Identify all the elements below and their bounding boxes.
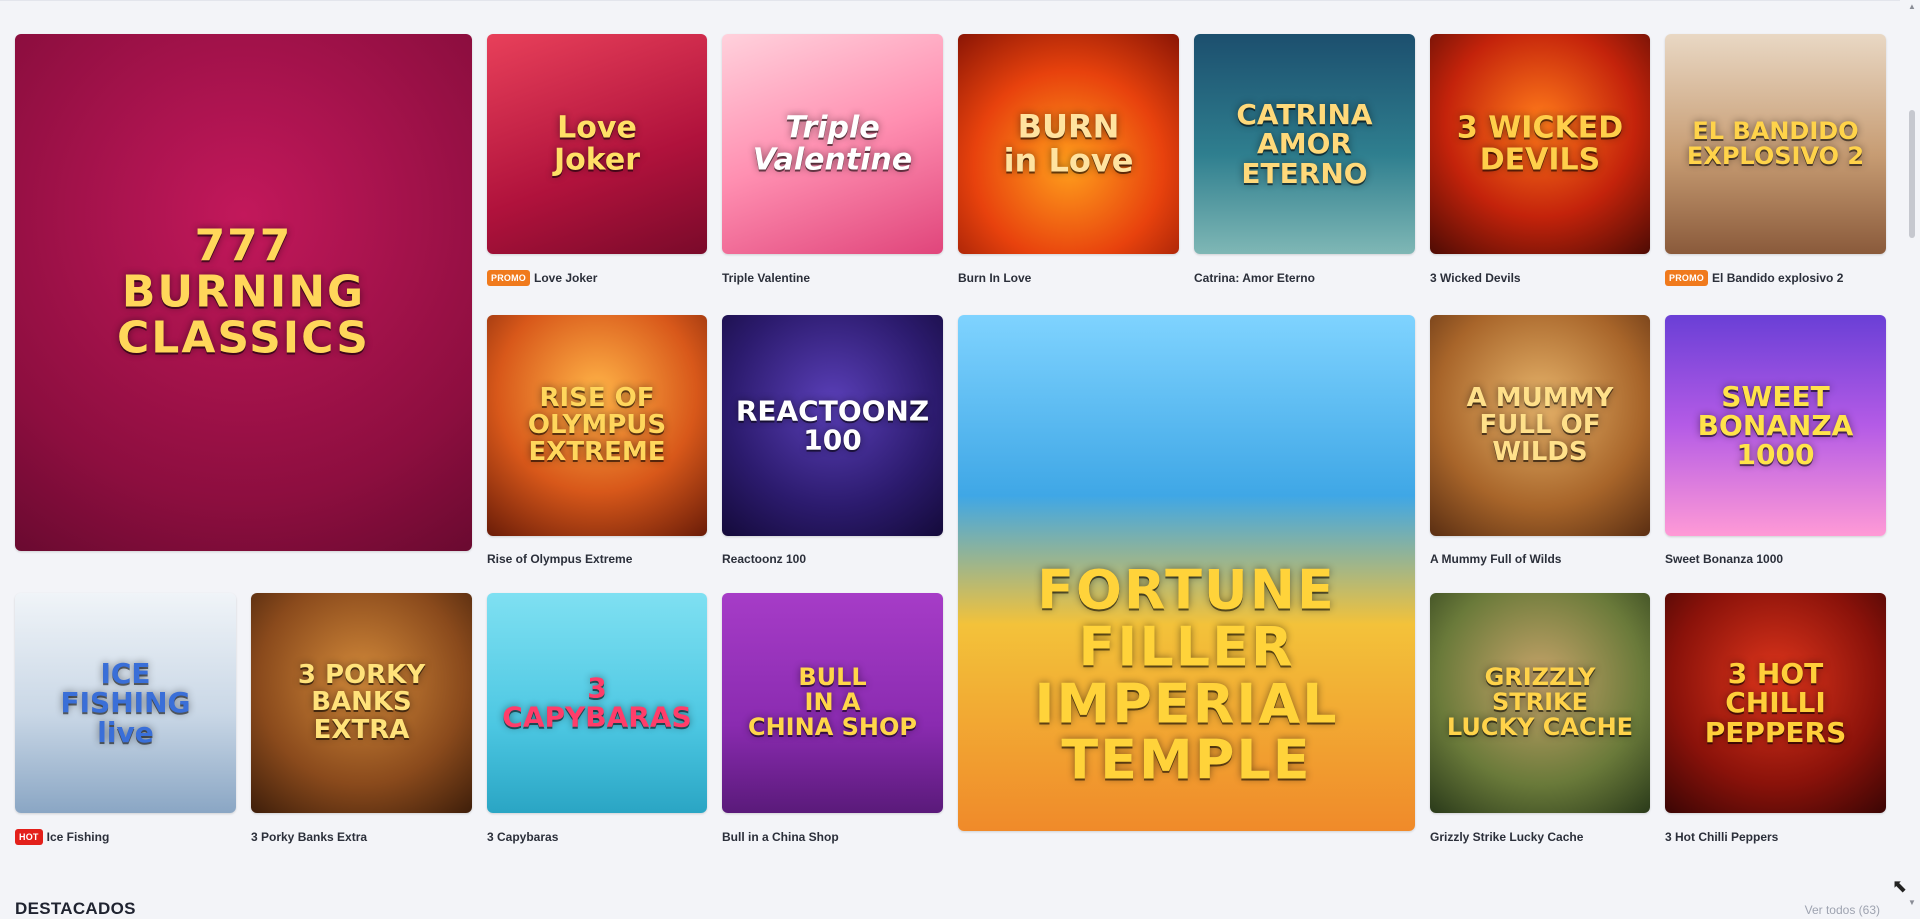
game-tile-hot-chilli[interactable]: 3 HOT CHILLI PEPPERS: [1665, 593, 1886, 813]
game-tile-love-joker[interactable]: Love Joker: [487, 34, 707, 254]
view-all-link[interactable]: Ver todos (63): [1805, 903, 1880, 917]
game-caption-reactoonz[interactable]: Reactoonz 100: [722, 550, 806, 568]
game-caption-bull-china[interactable]: Bull in a China Shop: [722, 828, 839, 846]
game-tile-triple-valentine[interactable]: Triple Valentine: [722, 34, 943, 254]
game-art-grizzly: GRIZZLY STRIKE LUCKY CACHE: [1446, 663, 1634, 742]
game-title: Grizzly Strike Lucky Cache: [1430, 830, 1584, 844]
game-title: A Mummy Full of Wilds: [1430, 552, 1562, 566]
game-tile-wicked-devils[interactable]: 3 WICKED DEVILS: [1430, 34, 1650, 254]
game-tile-mummy[interactable]: A MUMMY FULL OF WILDS: [1430, 315, 1650, 536]
game-title: Love Joker: [534, 271, 598, 285]
game-art-reactoonz: REACTOONZ 100: [735, 394, 930, 457]
game-title: Bull in a China Shop: [722, 830, 839, 844]
game-art-porky-banks: 3 PORKY BANKS EXTRA: [297, 660, 426, 745]
game-art-hot-chilli: 3 HOT CHILLI PEPPERS: [1704, 656, 1847, 749]
game-art-catrina: CATRINA AMOR ETERNO: [1236, 97, 1373, 190]
game-art-love-joker: Love Joker: [553, 110, 641, 177]
game-art-mummy: A MUMMY FULL OF WILDS: [1466, 382, 1614, 468]
hot-badge: HOT: [15, 829, 43, 845]
game-tile-bandido[interactable]: EL BANDIDO EXPLOSIVO 2: [1665, 34, 1886, 254]
game-title: Triple Valentine: [722, 271, 811, 285]
game-tile-reactoonz[interactable]: REACTOONZ 100: [722, 315, 943, 536]
game-tile-bull-china[interactable]: BULL IN A CHINA SHOP: [722, 593, 943, 813]
game-title: Reactoonz 100: [722, 552, 807, 566]
game-title: 3 Wicked Devils: [1430, 271, 1521, 285]
game-art-burn-in-love: BURN in Love: [1003, 107, 1134, 179]
game-art-capybaras: 3 CAPYBARAS: [502, 671, 692, 734]
game-caption-wicked-devils[interactable]: 3 Wicked Devils: [1430, 269, 1521, 287]
mouse-cursor-icon: ⬉: [1892, 876, 1908, 896]
section-title-destacados: DESTACADOS: [15, 899, 136, 918]
scroll-up-arrow-icon[interactable]: ▲: [1908, 2, 1916, 11]
game-title: Catrina: Amor Eterno: [1194, 271, 1315, 285]
game-title: 3 Hot Chilli Peppers: [1665, 830, 1779, 844]
game-tile-burn-in-love[interactable]: BURN in Love: [958, 34, 1179, 254]
game-art-sweet-bonanza: SWEET BONANZA 1000: [1697, 379, 1854, 472]
game-title: Sweet Bonanza 1000: [1665, 552, 1784, 566]
game-tile-ice-fishing[interactable]: ICE FISHING live: [15, 593, 236, 813]
game-title: Ice Fishing: [46, 830, 110, 844]
game-art-wicked-devils: 3 WICKED DEVILS: [1456, 110, 1624, 177]
game-art-ice-fishing: ICE FISHING live: [60, 656, 191, 749]
game-caption-hot-chilli[interactable]: 3 Hot Chilli Peppers: [1665, 828, 1778, 846]
game-art-fortune-filler: FORTUNE FILLER IMPERIAL TEMPLE: [1034, 558, 1339, 792]
promo-badge: PROMO: [487, 270, 531, 286]
game-caption-mummy[interactable]: A Mummy Full of Wilds: [1430, 550, 1561, 568]
game-caption-triple-valentine[interactable]: Triple Valentine: [722, 269, 810, 287]
game-caption-rise-olympus[interactable]: Rise of Olympus Extreme: [487, 550, 632, 568]
game-caption-ice-fishing[interactable]: HOT Ice Fishing: [15, 828, 109, 846]
game-art-burning-classics: 777 BURNING CLASSICS: [117, 220, 370, 364]
game-art-triple-valentine: Triple Valentine: [752, 110, 913, 177]
game-caption-grizzly[interactable]: Grizzly Strike Lucky Cache: [1430, 828, 1583, 846]
game-tile-burning-classics[interactable]: 777 BURNING CLASSICS: [15, 34, 472, 551]
game-title: El Bandido explosivo 2: [1712, 271, 1844, 285]
game-tile-rise-olympus[interactable]: RISE OF OLYMPUS EXTREME: [487, 315, 707, 536]
game-caption-porky-banks[interactable]: 3 Porky Banks Extra: [251, 828, 367, 846]
game-art-bandido: EL BANDIDO EXPLOSIVO 2: [1686, 116, 1865, 170]
game-tile-capybaras[interactable]: 3 CAPYBARAS: [487, 593, 707, 813]
game-caption-catrina[interactable]: Catrina: Amor Eterno: [1194, 269, 1315, 287]
game-title: Burn In Love: [958, 271, 1032, 285]
game-tile-sweet-bonanza[interactable]: SWEET BONANZA 1000: [1665, 315, 1886, 536]
game-caption-love-joker[interactable]: PROMO Love Joker: [487, 269, 597, 287]
game-caption-bandido[interactable]: PROMO El Bandido explosivo 2: [1665, 269, 1843, 287]
promo-badge: PROMO: [1665, 270, 1709, 286]
scroll-thumb[interactable]: [1909, 110, 1915, 238]
game-tile-catrina[interactable]: CATRINA AMOR ETERNO: [1194, 34, 1415, 254]
page-scrollbar[interactable]: ▲ ▼: [1904, 0, 1920, 912]
game-art-bull-china: BULL IN A CHINA SHOP: [747, 663, 917, 742]
game-tile-fortune-filler[interactable]: FORTUNE FILLER IMPERIAL TEMPLE: [958, 315, 1415, 831]
top-divider: [0, 0, 1900, 1]
game-tile-porky-banks[interactable]: 3 PORKY BANKS EXTRA: [251, 593, 472, 813]
game-art-rise-olympus: RISE OF OLYMPUS EXTREME: [527, 382, 667, 468]
game-title: 3 Capybaras: [487, 830, 559, 844]
scroll-down-arrow-icon[interactable]: ▼: [1908, 898, 1916, 907]
game-caption-sweet-bonanza[interactable]: Sweet Bonanza 1000: [1665, 550, 1783, 568]
game-title: 3 Porky Banks Extra: [251, 830, 368, 844]
game-tile-grizzly[interactable]: GRIZZLY STRIKE LUCKY CACHE: [1430, 593, 1650, 813]
game-caption-capybaras[interactable]: 3 Capybaras: [487, 828, 558, 846]
game-caption-burn-in-love[interactable]: Burn In Love: [958, 269, 1031, 287]
game-title: Rise of Olympus Extreme: [487, 552, 633, 566]
